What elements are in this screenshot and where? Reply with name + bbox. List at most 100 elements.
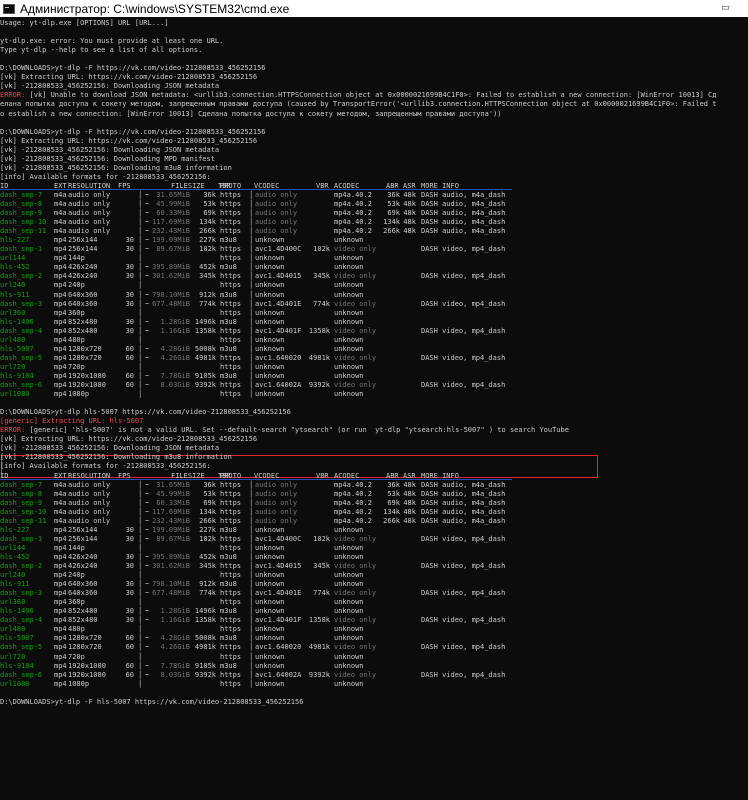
format-resolution: 480p — [68, 335, 85, 344]
column-divider: │ — [138, 607, 143, 616]
format-filesize — [150, 571, 190, 580]
format-asr — [400, 236, 416, 245]
format-ext: mp4 — [54, 616, 67, 625]
format-id: hls-1496 — [0, 607, 34, 616]
format-vbr: 345k — [313, 562, 330, 570]
column-divider: │ — [138, 381, 143, 389]
format-acodec: mp4a.40.2 — [334, 507, 372, 516]
column-divider: │ — [138, 534, 143, 543]
format-tbr: 227k — [199, 236, 216, 245]
format-resolution: 640x360 — [68, 580, 98, 589]
format-resolution: 852x480 — [68, 317, 98, 326]
console-line: [vk] Extracting URL: https://vk.com/vide… — [0, 435, 257, 444]
column-divider: │ — [249, 580, 254, 589]
column-divider: │ — [249, 353, 254, 362]
format-vbr — [306, 209, 330, 218]
format-filesize: 395.89MiB — [152, 552, 190, 561]
format-vbr: 4981k — [308, 643, 330, 652]
format-id: url240 — [0, 281, 26, 290]
format-more-info: DASH video, mp4_dash — [421, 353, 506, 362]
format-proto: https — [220, 381, 242, 389]
format-tbr: 1496k — [194, 317, 216, 326]
format-vbr — [306, 526, 330, 535]
format-proto: https — [220, 209, 242, 218]
format-ext: mp4 — [54, 607, 67, 616]
format-asr — [400, 254, 416, 263]
column-divider: │ — [249, 598, 254, 607]
column-divider: │ — [138, 371, 143, 380]
column-divider: │ — [138, 543, 143, 552]
format-resolution: 852x480 — [68, 326, 98, 335]
format-resolution: 640x360 — [68, 299, 98, 308]
format-ext: mp4 — [54, 543, 67, 552]
column-divider: │ — [138, 580, 143, 589]
format-tbr: 227k — [199, 525, 216, 534]
column-divider: │ — [249, 245, 254, 254]
format-tbr: 774k — [199, 299, 216, 308]
column-divider: │ — [138, 209, 143, 218]
format-acodec: unknown — [334, 607, 364, 616]
column-divider: │ — [249, 589, 254, 598]
format-tbr — [192, 309, 216, 318]
format-asr — [400, 553, 416, 562]
format-id: dash_sep-5 — [0, 643, 43, 652]
format-filesize: 232.43MiB — [152, 227, 190, 236]
line-text: o establish a new connection: [WinError … — [0, 109, 502, 118]
command-line: D:\DOWNLOADS>yt-dlp hls-5007 https://vk.… — [0, 408, 291, 417]
format-more-info: DASH video, mp4_dash — [421, 299, 506, 308]
format-fps — [118, 490, 134, 499]
format-fps — [118, 625, 134, 634]
format-asr — [400, 589, 416, 598]
format-proto: m3u8 — [220, 552, 237, 561]
column-divider: │ — [138, 661, 143, 670]
format-abr — [378, 300, 400, 309]
format-asr — [400, 245, 416, 254]
format-vbr: 9392k — [308, 670, 330, 679]
format-ext: mp4 — [54, 326, 67, 335]
format-resolution: 426x240 — [68, 552, 98, 561]
format-asr — [400, 662, 416, 671]
format-vbr: 1358k — [308, 616, 330, 625]
format-ext: mp4 — [54, 625, 67, 634]
format-more-info: DASH video, mp4_dash — [421, 272, 506, 281]
format-proto: https — [220, 589, 242, 598]
format-vcodec: audio only — [255, 498, 298, 507]
column-divider: │ — [249, 661, 254, 670]
format-fps: 30 — [125, 317, 134, 326]
format-id: dash_sep-5 — [0, 353, 43, 362]
format-asr — [400, 580, 416, 589]
format-resolution: 640x360 — [68, 589, 98, 598]
line-text: D:\DOWNLOADS>yt-dlp -F https://vk.com/vi… — [0, 127, 266, 136]
format-tbr: 345k — [199, 562, 216, 570]
format-tbr: 5008k — [194, 634, 216, 643]
format-fps — [118, 508, 134, 517]
format-tbr: 774k — [199, 589, 216, 598]
format-fps: 30 — [125, 236, 134, 245]
minimize-icon[interactable]: ▭ — [721, 3, 730, 12]
format-vcodec: audio only — [255, 200, 298, 208]
format-proto: https — [220, 272, 242, 281]
format-filesize — [150, 544, 190, 553]
format-asr — [400, 372, 416, 381]
format-resolution: 256x144 — [68, 236, 98, 245]
format-acodec: unknown — [334, 679, 364, 688]
error-line: ERROR: [vk] Unable to download JSON meta… — [0, 91, 716, 100]
format-asr — [400, 535, 416, 544]
column-divider: │ — [138, 507, 143, 516]
console-output[interactable]: Usage: yt-dlp.exe [OPTIONS] URL [URL...]… — [0, 17, 748, 800]
console-line: [vk] -212808533_456252156: Downloading J… — [0, 82, 219, 91]
format-vbr — [306, 363, 330, 372]
column-divider: │ — [138, 489, 143, 498]
format-filesize: 199.09MiB — [152, 525, 190, 534]
format-more-info: DASH video, mp4_dash — [421, 670, 506, 679]
line-text: D:\DOWNLOADS>yt-dlp -F hls-5007 https://… — [0, 697, 304, 706]
format-more-info — [421, 607, 521, 616]
format-fps: 30 — [125, 589, 134, 598]
column-divider: │ — [138, 299, 143, 308]
format-proto: m3u8 — [220, 236, 237, 245]
format-asr — [400, 345, 416, 354]
format-more-info: DASH audio, m4a_dash — [421, 209, 506, 218]
format-more-info: DASH audio, m4a_dash — [421, 190, 506, 199]
format-ext: mp4 — [54, 263, 67, 272]
format-ext: mp4 — [54, 362, 67, 371]
